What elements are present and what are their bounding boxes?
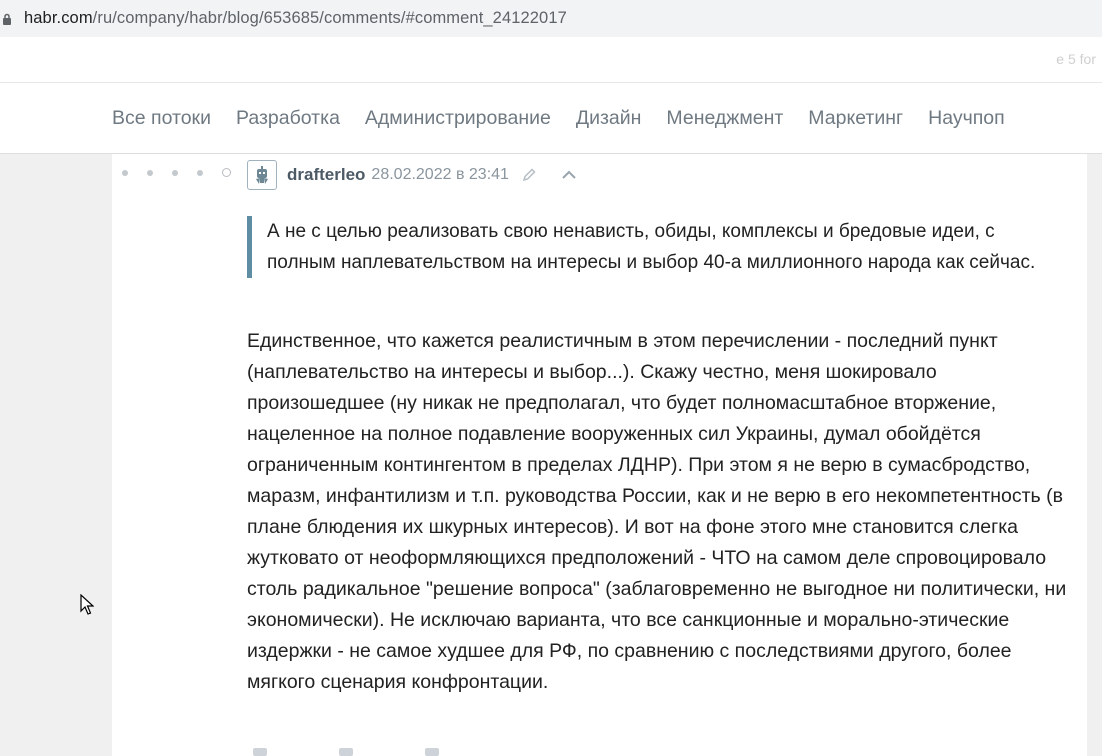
url-path: /ru/company/habr/blog/653685/comments/#c… (92, 9, 567, 27)
vote-icon[interactable] (253, 748, 267, 756)
nav-item-management[interactable]: Менеджмент (666, 107, 783, 130)
nav-item-design[interactable]: Дизайн (576, 107, 642, 130)
pencil-icon[interactable] (521, 167, 537, 183)
thread-dot-current[interactable] (222, 168, 231, 177)
site-top-strip: e 5 for (0, 37, 1102, 83)
thread-dot[interactable] (197, 169, 203, 176)
comment-body: Единственное, что кажется реалистичным в… (247, 330, 1067, 693)
comment-header: drafterleo 28.02.2022 в 23:41 (247, 160, 577, 190)
chevron-up-icon[interactable] (561, 169, 577, 181)
comment-author[interactable]: drafterleo (287, 165, 365, 185)
comment-count-icon[interactable] (339, 748, 353, 756)
robot-avatar-icon (256, 166, 268, 184)
nav-item-marketing[interactable]: Маркетинг (808, 107, 903, 130)
bookmark-icon[interactable] (425, 748, 439, 756)
nav-item-all-flows[interactable]: Все потоки (112, 107, 211, 130)
thread-dot[interactable] (172, 169, 178, 176)
nav-items: Все потоки Разработка Администрирование … (112, 107, 1005, 130)
thread-depth-indicator (122, 168, 231, 177)
faint-text: e 5 for (1056, 51, 1096, 67)
mouse-cursor-icon (80, 593, 95, 621)
comment-timestamp[interactable]: 28.02.2022 в 23:41 (371, 166, 509, 184)
comment-quote: А не с целью реализовать свою ненависть,… (247, 216, 1047, 278)
comment-actions (253, 748, 439, 756)
thread-dot[interactable] (147, 169, 153, 176)
url-host: habr.com (24, 9, 93, 27)
avatar[interactable] (247, 160, 277, 190)
browser-address-bar[interactable]: habr.com/ru/company/habr/blog/653685/com… (0, 0, 1102, 37)
thread-dot[interactable] (122, 169, 128, 176)
nav-item-development[interactable]: Разработка (236, 107, 340, 130)
nav-item-popsci[interactable]: Научпоп (928, 107, 1005, 130)
url-text[interactable]: habr.com/ru/company/habr/blog/653685/com… (24, 9, 567, 28)
main-nav: Все потоки Разработка Администрирование … (0, 83, 1102, 154)
nav-item-administration[interactable]: Администрирование (365, 107, 551, 130)
lock-icon (0, 11, 14, 27)
